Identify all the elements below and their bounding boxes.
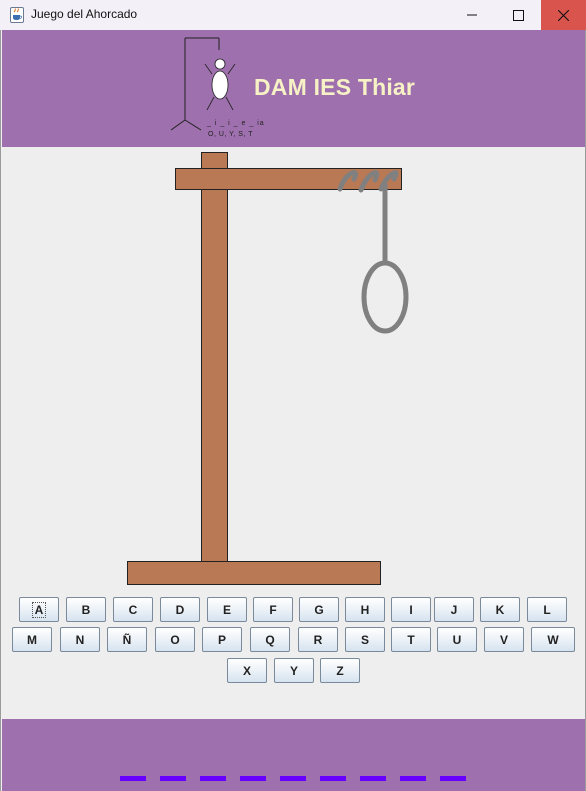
key-n[interactable]: N (60, 627, 100, 652)
key-k[interactable]: K (480, 597, 520, 622)
key-g[interactable]: G (299, 597, 339, 622)
gallows-base (127, 561, 381, 585)
close-button[interactable] (541, 0, 586, 30)
key-a[interactable]: A (19, 597, 59, 622)
brand-title: DAM IES Thiar (254, 74, 416, 100)
key-d[interactable]: D (160, 597, 200, 622)
key-t[interactable]: T (391, 627, 431, 652)
key-l[interactable]: L (527, 597, 567, 622)
window-title: Juego del Ahorcado (31, 7, 138, 21)
key-c[interactable]: C (113, 597, 153, 622)
keyboard-row-2: M N Ñ O P Q R S T U V W (2, 627, 585, 654)
key-y[interactable]: Y (274, 658, 314, 683)
logo-failed-letters: O, U, Y, S, T (208, 131, 254, 138)
logo-word-letters: _ i _ i _ e _ ia (207, 120, 265, 127)
letter-placeholder (400, 776, 426, 781)
key-w[interactable]: W (531, 627, 575, 652)
key-i[interactable]: I (391, 597, 431, 622)
letter-placeholder (360, 776, 386, 781)
maximize-button[interactable] (495, 0, 541, 30)
key-u[interactable]: U (437, 627, 477, 652)
title-bar: Juego del Ahorcado (0, 0, 586, 30)
key-q[interactable]: Q (250, 627, 290, 652)
minimize-icon (467, 14, 477, 16)
keyboard-row-1: A B C D E F G H I J K L (2, 597, 585, 624)
gallows-post-top (201, 152, 228, 169)
maximize-icon (512, 9, 524, 21)
minimize-button[interactable] (449, 0, 495, 30)
letter-placeholder (440, 776, 466, 781)
header-banner: _ i _ i _ e _ ia O, U, Y, S, T DAM IES T… (2, 30, 585, 147)
letter-placeholder (200, 776, 226, 781)
hangman-logo-icon (170, 37, 236, 131)
key-x[interactable]: X (227, 658, 267, 683)
key-p[interactable]: P (202, 627, 242, 652)
letter-placeholder (240, 776, 266, 781)
keyboard-row-3: X Y Z (2, 658, 585, 685)
key-s[interactable]: S (345, 627, 385, 652)
letter-placeholder (320, 776, 346, 781)
gallows-post (201, 189, 228, 562)
letter-placeholder (280, 776, 306, 781)
rope-icon (337, 170, 409, 334)
key-h[interactable]: H (345, 597, 385, 622)
letter-placeholder (160, 776, 186, 781)
java-cup-icon (10, 7, 24, 23)
key-j[interactable]: J (434, 597, 474, 622)
game-area: A B C D E F G H I J K L M N Ñ O P Q R S … (2, 147, 585, 719)
key-b[interactable]: B (66, 597, 106, 622)
key-o[interactable]: O (155, 627, 195, 652)
key-e[interactable]: E (207, 597, 247, 622)
key-v[interactable]: V (484, 627, 524, 652)
key-n-tilde[interactable]: Ñ (107, 627, 147, 652)
letter-placeholder (120, 776, 146, 781)
key-f[interactable]: F (253, 597, 293, 622)
key-r[interactable]: R (298, 627, 338, 652)
key-z[interactable]: Z (320, 658, 360, 683)
word-panel (2, 719, 585, 791)
close-icon (558, 9, 569, 21)
key-m[interactable]: M (12, 627, 52, 652)
gallows-drawing (127, 152, 409, 585)
